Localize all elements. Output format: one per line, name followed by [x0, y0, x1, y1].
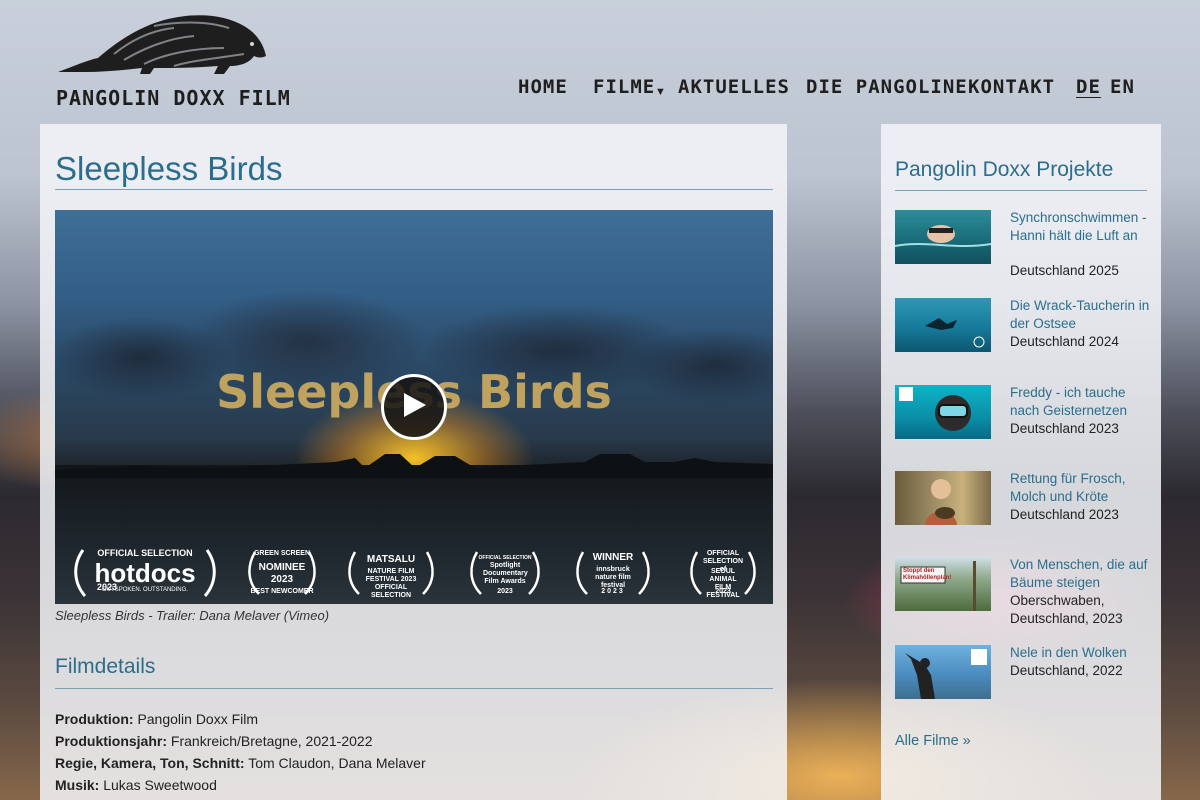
project-meta: Oberschwaben, Deutschland, 2023 — [1010, 593, 1123, 626]
laurel-hotdocs: OFFICIAL SELECTION hotdocs OUTSPOKEN. OU… — [71, 544, 219, 600]
project-item[interactable]: Rettung für Frosch, Molch und Kröte Deut… — [895, 471, 1155, 551]
lang-en[interactable]: EN — [1110, 76, 1135, 98]
chevron-down-icon[interactable]: ▼ — [655, 86, 666, 98]
laurel-innsbruck: WINNER innsbruck nature film festival 20… — [573, 544, 653, 600]
video-caption: Sleepless Birds - Trailer: Dana Melaver … — [55, 608, 330, 623]
all-films-link[interactable]: Alle Filme » — [895, 733, 971, 749]
detail-label: Produktion: — [55, 711, 134, 727]
page-title: Sleepless Birds — [55, 150, 283, 187]
project-thumbnail[interactable] — [895, 385, 991, 439]
project-item[interactable]: Nele in den Wolken Deutschland, 2022 — [895, 645, 1155, 725]
project-item[interactable]: Freddy - ich tauche nach Geisternetzen D… — [895, 385, 1155, 465]
project-meta: Deutschland 2025 — [1010, 263, 1119, 278]
nav-home[interactable]: HOME — [518, 76, 568, 98]
project-item[interactable]: Die Wrack-Taucherin in der Ostsee Deutsc… — [895, 298, 1155, 378]
festival-laurels: OFFICIAL SELECTION hotdocs OUTSPOKEN. OU… — [55, 544, 773, 604]
site-header: PANGOLIN DOXX FILM HOME FILME ▼ AKTUELLE… — [0, 0, 1200, 124]
detail-row: Produktionsjahr: Frankreich/Bretagne, 20… — [55, 730, 755, 752]
lang-de[interactable]: DE — [1076, 76, 1101, 98]
main-nav: HOME FILME ▼ AKTUELLES DIE PANGOLINE KON… — [0, 76, 1200, 106]
detail-value: Pangolin Doxx Film — [137, 711, 259, 727]
detail-row: Musik: Lukas Sweetwood — [55, 774, 755, 796]
sidebar-divider — [895, 190, 1147, 191]
project-meta: Deutschland 2024 — [1010, 334, 1119, 349]
project-thumbnail[interactable]: Stoppt den Klimahöllenplan! — [895, 557, 991, 611]
nav-aktuelles[interactable]: AKTUELLES — [678, 76, 790, 98]
title-divider — [55, 189, 773, 190]
main-content: Sleepless Birds Sleepless Birds OFFICIAL… — [40, 124, 787, 800]
laurel-spotlight: OFFICIAL SELECTION Spotlight Documentary… — [467, 544, 543, 600]
details-divider — [55, 688, 773, 689]
project-title[interactable]: Die Wrack-Taucherin in der Ostsee — [1010, 297, 1150, 332]
play-icon — [404, 393, 426, 417]
project-title[interactable]: Von Menschen, die auf Bäume steigen — [1010, 556, 1150, 591]
detail-row: Produktion: Pangolin Doxx Film — [55, 708, 755, 730]
project-meta: Deutschland 2023 — [1010, 507, 1119, 522]
sidebar: Pangolin Doxx Projekte Synchronschwimmen… — [881, 124, 1161, 800]
detail-value: Tom Claudon, Dana Melaver — [248, 755, 426, 771]
video-player[interactable]: Sleepless Birds OFFICIAL SELECTION hotdo… — [55, 210, 773, 604]
nav-kontakt[interactable]: KONTAKT — [968, 76, 1055, 98]
detail-label: Produktionsjahr: — [55, 733, 168, 749]
play-button[interactable] — [381, 374, 447, 440]
detail-row: Regie, Kamera, Ton, Schnitt: Tom Claudon… — [55, 752, 755, 774]
project-thumbnail[interactable] — [895, 645, 991, 699]
detail-value: Lukas Sweetwood — [103, 777, 217, 793]
project-thumbnail[interactable] — [895, 298, 991, 352]
nav-filme[interactable]: FILME — [593, 76, 655, 98]
laurel-seoul: OFFICIAL SELECTION of SEOUL ANIMAL FILM … — [687, 544, 759, 600]
film-details: Produktion: Pangolin Doxx Film Produktio… — [55, 708, 755, 796]
project-title[interactable]: Rettung für Frosch, Molch und Kröte — [1010, 470, 1150, 505]
thumbnail-sign-text: Stoppt den Klimahöllenplan! — [903, 568, 952, 581]
laurel-green-screen: GREEN SCREEN NOMINEE 2023 BEST NEWCOMER — [245, 544, 319, 600]
project-item[interactable]: Synchronschwimmen - Hanni hält die Luft … — [895, 210, 1155, 290]
project-title[interactable]: Nele in den Wolken — [1010, 644, 1150, 662]
project-meta: Deutschland 2023 — [1010, 421, 1119, 436]
sidebar-title: Pangolin Doxx Projekte — [895, 158, 1114, 181]
details-heading: Filmdetails — [55, 655, 156, 678]
project-title[interactable]: Synchronschwimmen - Hanni hält die Luft … — [1010, 209, 1150, 244]
laurel-matsalu: MATSALU NATURE FILM FESTIVAL 2023 OFFICI… — [345, 544, 437, 600]
detail-label: Musik: — [55, 777, 100, 793]
project-thumbnail[interactable] — [895, 471, 991, 525]
project-title[interactable]: Freddy - ich tauche nach Geisternetzen — [1010, 384, 1150, 419]
project-item[interactable]: Stoppt den Klimahöllenplan! Von Menschen… — [895, 557, 1155, 637]
nav-die-pangoline[interactable]: DIE PANGOLINE — [806, 76, 968, 98]
houses-silhouette — [55, 454, 773, 478]
project-meta: Deutschland, 2022 — [1010, 663, 1123, 678]
pangolin-icon — [58, 15, 266, 74]
detail-label: Regie, Kamera, Ton, Schnitt: — [55, 755, 245, 771]
project-thumbnail[interactable] — [895, 210, 991, 264]
detail-value: Frankreich/Bretagne, 2021-2022 — [170, 733, 373, 749]
